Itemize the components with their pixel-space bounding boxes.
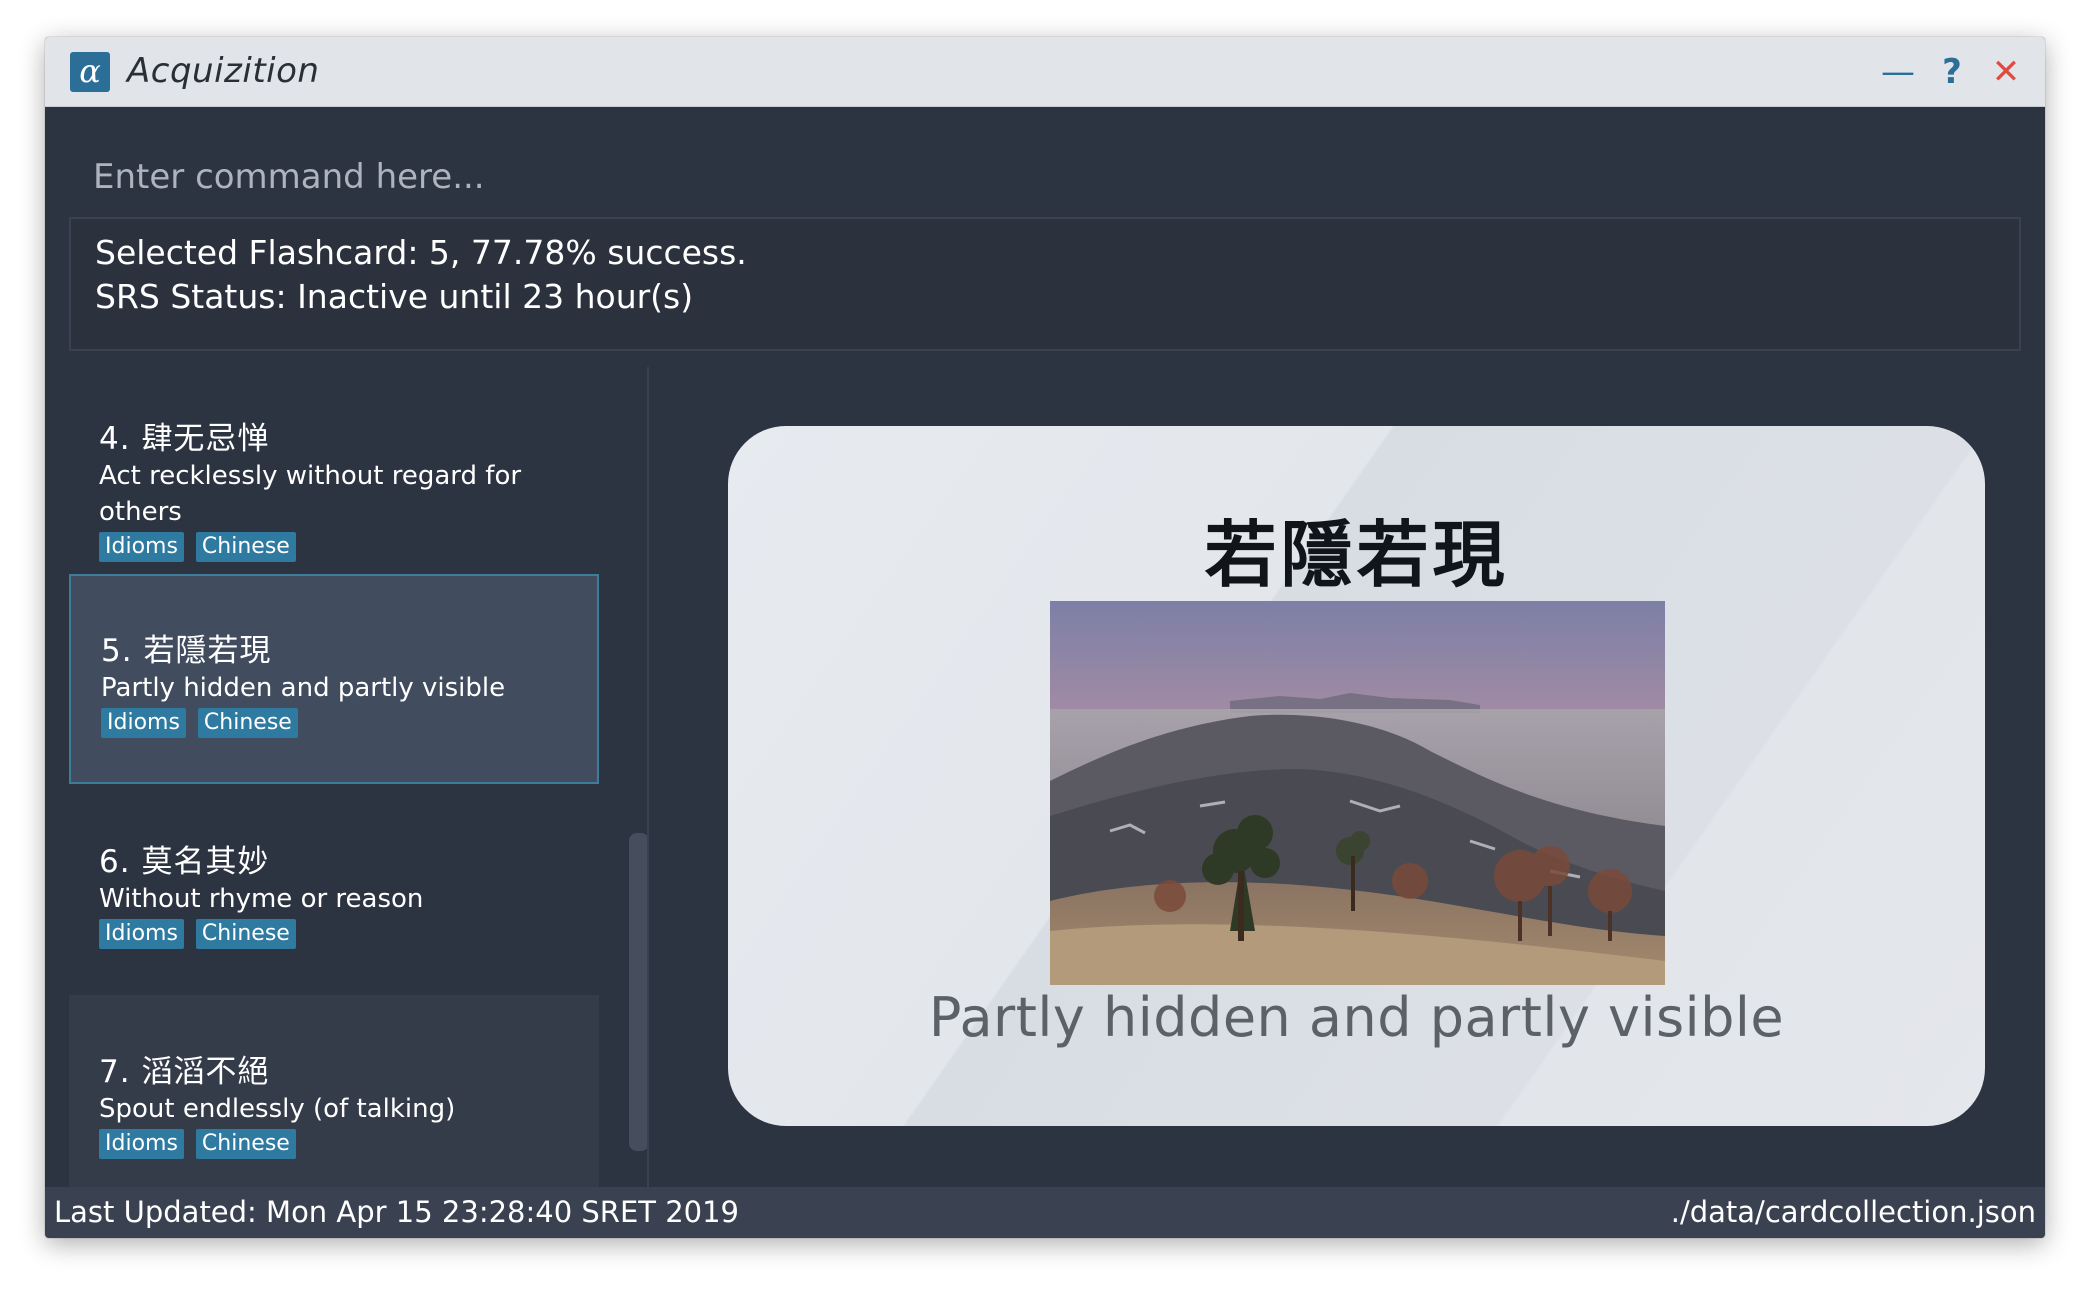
list-item[interactable]: 7. 滔滔不絕 Spout endlessly (of talking) Idi…: [69, 995, 599, 1201]
list-item[interactable]: 4. 肆无忌惮 Act recklessly without regard fo…: [69, 367, 599, 572]
srs-status-text: SRS Status: Inactive until 23 hour(s): [95, 277, 694, 316]
list-item-selected[interactable]: 5. 若隱若現 Partly hidden and partly visible…: [69, 574, 599, 784]
tag-idioms: Idioms: [99, 919, 184, 949]
card-description: Spout endlessly (of talking): [99, 1094, 456, 1124]
card-title: 6. 莫名其妙: [99, 844, 270, 880]
card-title: 4. 肆无忌惮: [99, 421, 270, 457]
tag-idioms: Idioms: [99, 1129, 184, 1159]
close-button[interactable]: ✕: [1983, 49, 2029, 95]
tag-chinese: Chinese: [195, 532, 296, 562]
card-title: 5. 若隱若現: [101, 633, 272, 669]
card-tags: Idioms Chinese: [99, 919, 599, 953]
command-box: [69, 129, 2021, 227]
app-window: α Acquizition — ? ✕ Selected Flashcard: …: [45, 37, 2045, 1238]
close-icon: ✕: [1991, 52, 2021, 92]
command-input[interactable]: [69, 129, 2021, 225]
minimize-icon: —: [1881, 52, 1915, 92]
tag-chinese: Chinese: [195, 919, 296, 949]
minimize-button[interactable]: —: [1875, 49, 1921, 95]
panel-divider: [647, 367, 649, 1197]
tag-idioms: Idioms: [99, 532, 184, 562]
file-path-text: ./data/cardcollection.json: [1670, 1195, 2036, 1229]
help-button[interactable]: ?: [1929, 49, 1975, 95]
tag-chinese: Chinese: [197, 708, 298, 738]
flashcard-answer: Partly hidden and partly visible: [928, 986, 1785, 1049]
flashcard-list: 4. 肆无忌惮 Act recklessly without regard fo…: [69, 367, 669, 1201]
card-tags: Idioms Chinese: [99, 1129, 599, 1163]
card-description: Without rhyme or reason: [99, 884, 424, 914]
card-description: Partly hidden and partly visible: [101, 673, 506, 703]
status-bar: Last Updated: Mon Apr 15 23:28:40 SRET 2…: [45, 1187, 2045, 1238]
card-tags: Idioms Chinese: [101, 708, 597, 742]
alpha-icon: α: [70, 52, 110, 92]
result-display: Selected Flashcard: 5, 77.78% success. S…: [69, 217, 2021, 351]
list-scrollbar[interactable]: [629, 833, 649, 1151]
flashcard-question: 若隱若現: [1204, 513, 1509, 597]
tag-chinese: Chinese: [195, 1129, 296, 1159]
question-icon: ?: [1942, 52, 1962, 92]
flashcard-panel: 若隱若現 Partly hidden and partly visible: [728, 426, 1985, 1126]
card-title: 7. 滔滔不絕: [99, 1054, 270, 1090]
selected-flashcard-text: Selected Flashcard: 5, 77.78% success.: [95, 233, 747, 272]
window-title: Acquizition: [127, 51, 320, 91]
last-updated-text: Last Updated: Mon Apr 15 23:28:40 SRET 2…: [54, 1195, 739, 1229]
card-tags: Idioms Chinese: [99, 532, 599, 566]
list-item[interactable]: 6. 莫名其妙 Without rhyme or reason Idioms Ch…: [69, 785, 599, 995]
title-bar: α Acquizition — ? ✕: [45, 37, 2045, 107]
card-description: Act recklessly without regard for others: [99, 461, 522, 527]
tag-idioms: Idioms: [101, 708, 186, 738]
flashcard-image: [1050, 601, 1665, 985]
